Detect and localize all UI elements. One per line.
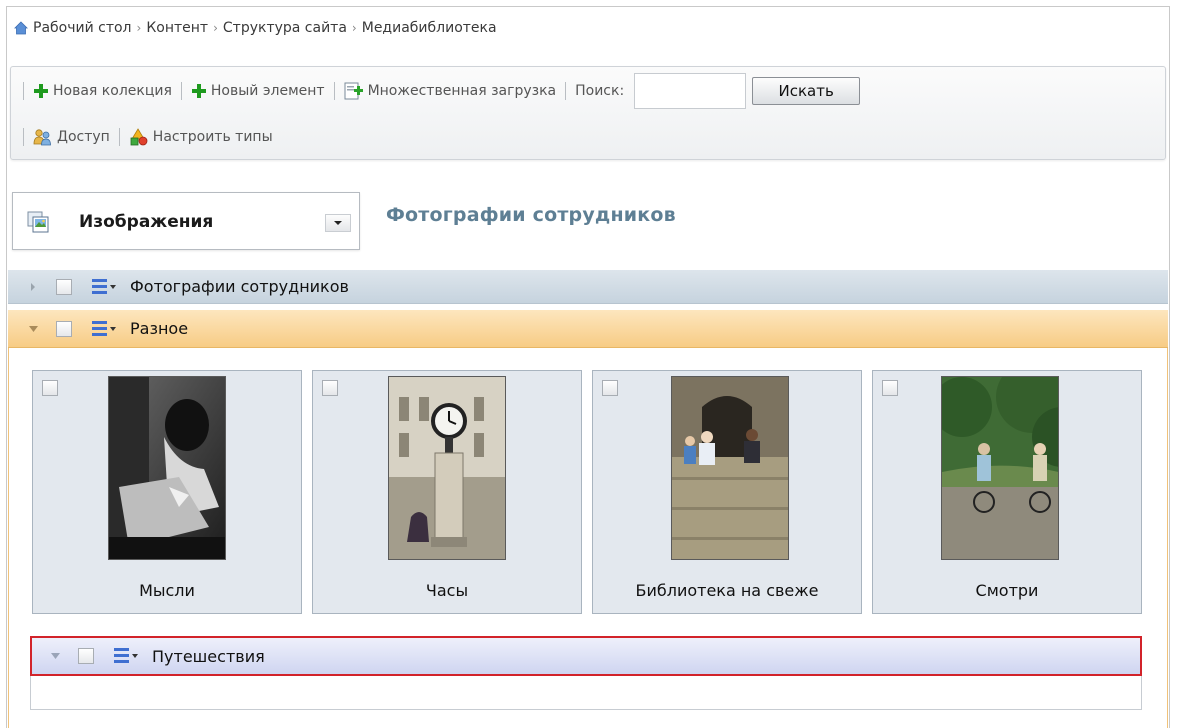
type-selector-dropdown[interactable]: Изображения [12, 192, 360, 250]
toolbar-separator [565, 82, 567, 100]
type-selector-value: Изображения [79, 212, 214, 232]
list-menu-icon[interactable] [114, 647, 140, 665]
card-checkbox[interactable] [322, 380, 338, 396]
search-label: Поиск: [575, 83, 625, 99]
page-title: Фотографии сотрудников [386, 204, 676, 226]
list-menu-icon[interactable] [92, 278, 118, 296]
media-card[interactable]: Смотри [872, 370, 1142, 614]
toolbar-separator [333, 82, 335, 100]
tree-row-misc[interactable]: Разное [8, 310, 1168, 348]
card-caption: Мысли [139, 581, 195, 600]
new-element-button[interactable]: Новый элемент [191, 83, 325, 99]
breadcrumb-separator: › [351, 21, 357, 35]
card-checkbox[interactable] [42, 380, 58, 396]
tree-row-label: Разное [130, 319, 189, 338]
new-element-label: Новый элемент [210, 83, 325, 99]
row-checkbox[interactable] [78, 648, 94, 664]
thumbnail-image [671, 376, 789, 560]
row-checkbox[interactable] [56, 278, 72, 295]
access-button[interactable]: Доступ [33, 128, 110, 146]
card-caption: Смотри [975, 581, 1039, 600]
toolbar-separator [23, 82, 24, 100]
toolbar-separator [180, 82, 182, 100]
search-input[interactable] [634, 73, 747, 109]
plus-icon [34, 84, 48, 98]
thumbnail-image [388, 376, 506, 560]
card-checkbox[interactable] [882, 380, 898, 396]
chevron-right-icon[interactable] [26, 280, 40, 294]
toolbar-row-2: Доступ Настроить типы [23, 122, 273, 152]
thumbnail-image [108, 376, 226, 560]
access-label: Доступ [57, 129, 110, 145]
chevron-down-icon[interactable] [26, 322, 40, 336]
toolbar-separator [23, 128, 24, 146]
breadcrumb: Рабочий стол › Контент › Структура сайта… [14, 18, 497, 38]
list-menu-icon[interactable] [92, 320, 118, 338]
media-card[interactable]: Мысли [32, 370, 302, 614]
tree-row-travel[interactable]: Путешествия [30, 636, 1142, 676]
media-card[interactable]: Библиотека на свеже [592, 370, 862, 614]
new-collection-label: Новая колекция [53, 83, 172, 99]
bulk-upload-label: Множественная загрузка [367, 83, 557, 99]
breadcrumb-item-site-structure[interactable]: Структура сайта [223, 20, 347, 36]
search-button[interactable]: Искать [752, 77, 861, 105]
card-checkbox[interactable] [602, 380, 618, 396]
toolbar-separator [118, 128, 120, 146]
card-caption: Библиотека на свеже [635, 581, 819, 600]
shapes-icon [130, 128, 148, 146]
bulk-upload-icon [344, 82, 363, 100]
users-icon [33, 129, 51, 146]
row-checkbox[interactable] [56, 320, 72, 337]
media-card[interactable]: Часы [312, 370, 582, 614]
plus-icon [191, 84, 206, 98]
breadcrumb-item-desktop[interactable]: Рабочий стол [33, 20, 132, 36]
breadcrumb-separator: › [136, 21, 142, 35]
breadcrumb-item-content[interactable]: Контент [146, 20, 208, 36]
card-caption: Часы [425, 581, 469, 600]
configure-types-label: Настроить типы [152, 129, 273, 145]
bulk-upload-button[interactable]: Множественная загрузка [344, 81, 557, 101]
new-collection-button[interactable]: Новая колекция [33, 83, 172, 99]
tree-row-employees[interactable]: Фотографии сотрудников [8, 270, 1168, 304]
toolbar-row-1: Новая колекция Новый элемент Множественн… [23, 73, 861, 109]
home-icon[interactable] [14, 21, 28, 35]
tree-row-label: Фотографии сотрудников [130, 277, 349, 296]
breadcrumb-separator: › [213, 21, 218, 35]
breadcrumb-item-media-library: Медиабиблиотека [361, 20, 497, 36]
chevron-down-icon[interactable] [48, 649, 62, 663]
chevron-down-icon[interactable] [325, 214, 351, 232]
configure-types-button[interactable]: Настроить типы [129, 128, 273, 146]
thumbnail-image [941, 376, 1059, 560]
toolbar: Новая колекция Новый элемент Множественн… [10, 66, 1166, 160]
tree-row-label: Путешествия [152, 646, 265, 666]
images-icon [27, 211, 49, 233]
